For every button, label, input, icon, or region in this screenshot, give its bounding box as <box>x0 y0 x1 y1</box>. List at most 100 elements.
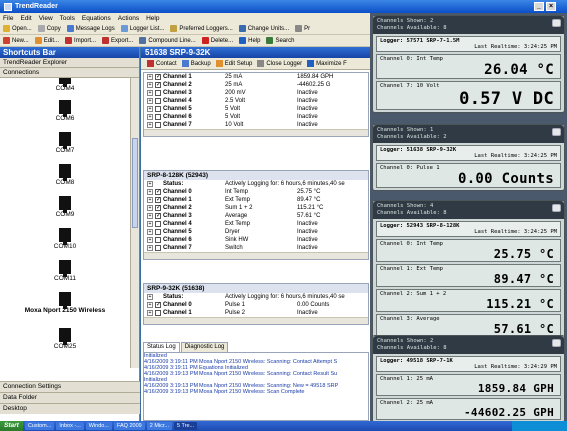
expand-icon[interactable]: + <box>147 237 153 243</box>
connection-settings-button[interactable]: Connection Settings <box>0 381 140 392</box>
minimize-button[interactable]: _ <box>534 2 544 11</box>
expand-icon[interactable]: + <box>147 205 153 211</box>
channel-row[interactable]: + ✓ Channel 1 Ext Temp 89.47 °C <box>144 196 368 204</box>
expand-icon[interactable]: + <box>147 189 153 195</box>
menu-view[interactable]: View <box>39 15 53 22</box>
display-menu-button[interactable] <box>552 19 561 27</box>
expand-icon[interactable]: + <box>147 213 153 219</box>
panel-hscrollbar[interactable] <box>144 129 368 136</box>
contact-button[interactable]: Contact <box>147 60 177 67</box>
search-button[interactable]: Search <box>266 37 294 44</box>
channel-checkbox[interactable]: ✓ <box>155 189 161 195</box>
edit-button[interactable]: Edit... <box>34 37 59 44</box>
scroll-thumb[interactable] <box>132 138 138 228</box>
maximize-f-button[interactable]: Maximize F <box>307 60 347 67</box>
logger-panel-title[interactable]: SRP-9-32K (51638) <box>144 284 368 293</box>
change-units-button[interactable]: Change Units... <box>238 25 289 32</box>
channel-row[interactable]: + ✓ Channel 1 25 mA 1859.84 GPH <box>144 73 368 81</box>
panel-hscrollbar[interactable] <box>144 317 368 324</box>
expand-icon[interactable]: + <box>147 122 153 128</box>
channel-checkbox[interactable] <box>155 221 161 227</box>
channel-checkbox[interactable] <box>155 106 161 112</box>
channel-row[interactable]: + Channel 4 Ext Temp Inactive <box>144 220 368 228</box>
explorer-label[interactable]: TrendReader Explorer <box>0 58 139 68</box>
display-menu-button[interactable] <box>552 339 561 347</box>
new-button[interactable]: New... <box>3 37 29 44</box>
channel-row[interactable]: + Channel 1 Pulse 2 Inactive <box>144 309 368 317</box>
expand-icon[interactable]: + <box>147 74 153 80</box>
compound-line-button[interactable]: Compound Line... <box>139 37 196 44</box>
menu-edit[interactable]: Edit <box>20 15 31 22</box>
logger-panel-title[interactable]: SRP-8-128K (52943) <box>144 171 368 180</box>
menu-equations[interactable]: Equations <box>82 15 111 22</box>
close-logger-button[interactable]: Close Logger <box>257 60 302 67</box>
channel-row[interactable]: + Channel 4 2.5 Volt Inactive <box>144 97 368 105</box>
connection-item-com9[interactable]: COM9 <box>0 196 130 218</box>
channel-row[interactable]: + ✓ Channel 0 Pulse 1 0.00 Counts <box>144 301 368 309</box>
channel-checkbox[interactable]: ✓ <box>155 205 161 211</box>
export-button[interactable]: Export... <box>102 37 133 44</box>
expand-icon[interactable]: + <box>147 106 153 112</box>
channel-row[interactable]: + ✓ Channel 3 Average 57.61 °C <box>144 212 368 220</box>
channel-checkbox[interactable]: ✓ <box>155 82 161 88</box>
tab-status-log[interactable]: Status Log <box>143 342 180 352</box>
expand-icon[interactable]: + <box>147 114 153 120</box>
channel-row[interactable]: + ✓ Channel 0 Int Temp 25.75 °C <box>144 188 368 196</box>
channel-checkbox[interactable] <box>155 90 161 96</box>
channel-row[interactable]: + Status: Actively Logging for: 6 hours,6 … <box>144 180 368 188</box>
status-log[interactable]: Initialized 4/16/2009 3:19:11 PM Moxa Npor… <box>143 352 369 421</box>
sidebar-scrollbar[interactable] <box>130 78 139 368</box>
taskbar-item[interactable]: 2 Micr... <box>146 422 172 430</box>
data-folder-button[interactable]: Data Folder <box>0 392 140 403</box>
channel-row[interactable]: + Channel 3 200 mV Inactive <box>144 89 368 97</box>
connection-item-com6[interactable]: COM6 <box>0 100 130 122</box>
connections-header[interactable]: Connections <box>0 68 139 78</box>
display-menu-button[interactable] <box>552 128 561 136</box>
channel-checkbox[interactable] <box>155 98 161 104</box>
channel-row[interactable]: + Channel 6 5 Volt Inactive <box>144 113 368 121</box>
expand-icon[interactable]: + <box>147 294 153 300</box>
expand-icon[interactable]: + <box>147 197 153 203</box>
preferred-loggers-button[interactable]: Preferred Loggers... <box>170 25 233 32</box>
channel-checkbox[interactable]: ✓ <box>155 302 161 308</box>
channel-checkbox[interactable] <box>155 310 161 316</box>
menu-tools[interactable]: Tools <box>60 15 75 22</box>
channel-checkbox[interactable]: ✓ <box>155 213 161 219</box>
logger-list-button[interactable]: Logger List... <box>120 25 164 32</box>
menu-actions[interactable]: Actions <box>118 15 139 22</box>
taskbar-item[interactable]: 5 Tre... <box>174 422 198 430</box>
title-bar[interactable]: TrendReader _ × <box>0 0 567 13</box>
delete-button[interactable]: Delete... <box>201 37 233 44</box>
import-button[interactable]: Import... <box>65 37 96 44</box>
expand-icon[interactable]: + <box>147 302 153 308</box>
backup-button[interactable]: Backup <box>181 60 211 67</box>
menu-help[interactable]: Help <box>146 15 159 22</box>
channel-checkbox[interactable]: ✓ <box>155 197 161 203</box>
expand-icon[interactable]: + <box>147 181 153 187</box>
system-tray[interactable] <box>512 421 567 431</box>
channel-checkbox[interactable] <box>155 237 161 243</box>
expand-icon[interactable]: + <box>147 229 153 235</box>
channel-checkbox[interactable] <box>155 114 161 120</box>
expand-icon[interactable]: + <box>147 90 153 96</box>
taskbar-item[interactable]: FAQ 2009 <box>113 422 145 430</box>
taskbar-item[interactable]: Inbox -... <box>56 422 84 430</box>
channel-row[interactable]: + Channel 6 Sink HW Inactive <box>144 236 368 244</box>
panel-hscrollbar[interactable] <box>144 252 368 259</box>
pr-button[interactable]: Pr <box>295 25 310 32</box>
message-logs-button[interactable]: Message Logs <box>66 25 115 32</box>
channel-row[interactable]: + Channel 7 10 Volt Inactive <box>144 121 368 129</box>
connection-item-com11[interactable]: COM11 <box>0 260 130 282</box>
expand-icon[interactable]: + <box>147 310 153 316</box>
start-button[interactable]: Start <box>0 421 23 431</box>
desktop-button[interactable]: Desktop <box>0 403 140 414</box>
channel-checkbox[interactable]: ✓ <box>155 74 161 80</box>
taskbar-item[interactable]: Custom... <box>24 422 55 430</box>
expand-icon[interactable]: + <box>147 245 153 251</box>
channel-checkbox[interactable] <box>155 122 161 128</box>
channel-row[interactable]: + Status: Actively Logging for: 6 hours,6 … <box>144 293 368 301</box>
expand-icon[interactable]: + <box>147 98 153 104</box>
tab-diagnostic-log[interactable]: Diagnostic Log <box>180 342 229 352</box>
channel-row[interactable]: + ✓ Channel 2 Sum 1 + 2 115.21 °C <box>144 204 368 212</box>
display-menu-button[interactable] <box>552 204 561 212</box>
